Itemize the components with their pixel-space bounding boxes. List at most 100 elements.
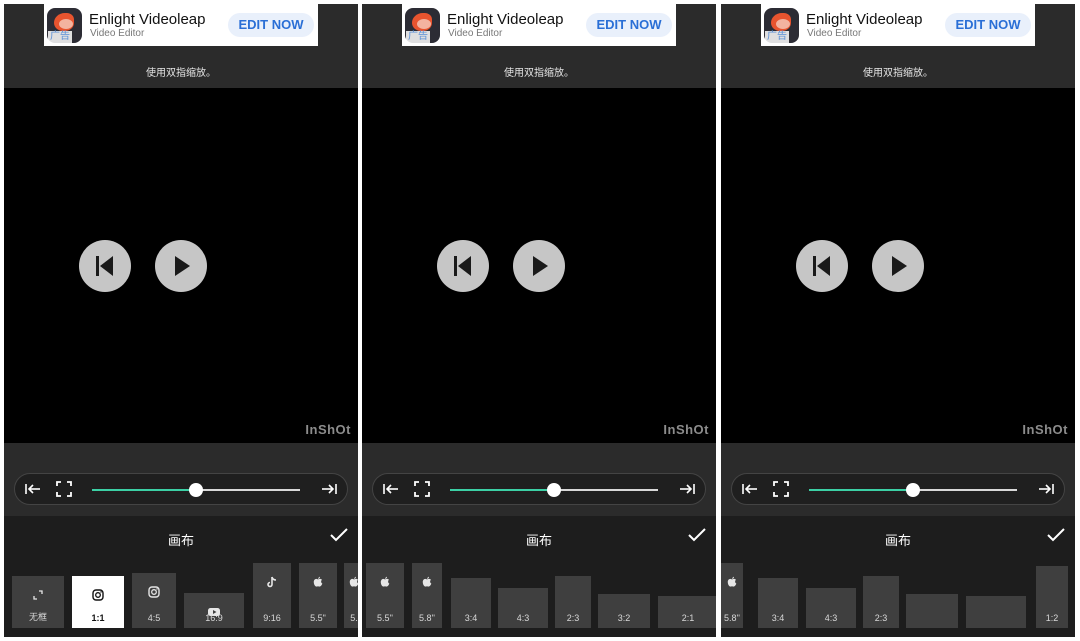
ratio-label: 2:3 — [874, 613, 888, 623]
fullscreen-icon[interactable] — [55, 480, 73, 498]
play-button[interactable] — [155, 240, 207, 292]
ratio-label: 4:3 — [516, 613, 530, 623]
jump-start-icon[interactable] — [741, 480, 759, 498]
ratio-option[interactable]: 5.5'' — [366, 563, 404, 628]
ratio-option[interactable]: 3:2 — [598, 594, 650, 628]
ad-subtitle: Video Editor — [448, 28, 503, 39]
play-icon — [533, 256, 548, 276]
skip-back-icon — [813, 256, 830, 276]
ratio-label: 1:2 — [1045, 613, 1059, 623]
ratio-option[interactable]: 4:3 — [498, 588, 548, 628]
jump-end-icon[interactable] — [320, 480, 338, 498]
zoom-hint: 使用双指缩放。 — [146, 68, 216, 79]
editor-panel-1: 广告 Enlight Videoleap Video Editor EDIT N… — [4, 4, 358, 637]
ratio-option[interactable]: 无框 — [12, 576, 64, 628]
timeline-toolbar — [731, 473, 1065, 505]
watermark[interactable]: InShOt — [663, 422, 709, 437]
ad-title: Enlight Videoleap — [447, 11, 564, 28]
position-slider[interactable] — [92, 483, 300, 497]
slider-fill — [809, 489, 913, 491]
apple-icon — [348, 576, 358, 588]
play-button[interactable] — [872, 240, 924, 292]
ratio-option[interactable]: 5.5" — [299, 563, 337, 628]
slider-fill — [450, 489, 554, 491]
apple-icon — [379, 576, 391, 588]
slider-thumb[interactable] — [906, 483, 920, 497]
zoom-hint: 使用双指缩放。 — [504, 68, 574, 79]
no-frame-icon — [32, 589, 44, 601]
ad-subtitle: Video Editor — [807, 28, 862, 39]
ratio-label: 无框 — [28, 612, 47, 622]
ratio-option[interactable]: 2:3 — [555, 576, 591, 628]
ratio-label: 1:1 — [91, 613, 105, 623]
ad-tag: 广告 — [765, 31, 789, 43]
edit-now-button[interactable]: EDIT NOW — [228, 13, 314, 37]
tiktok-icon — [266, 576, 278, 588]
ratio-option[interactable]: 5. — [344, 563, 358, 628]
ratio-option[interactable] — [906, 594, 958, 628]
edit-now-button[interactable]: EDIT NOW — [945, 13, 1031, 37]
position-slider[interactable] — [450, 483, 658, 497]
ratio-option[interactable]: 1:2 — [1036, 566, 1068, 628]
play-button[interactable] — [513, 240, 565, 292]
video-preview[interactable]: InShOt — [721, 88, 1075, 443]
position-slider[interactable] — [809, 483, 1017, 497]
play-icon — [892, 256, 907, 276]
video-preview[interactable]: InShOt — [4, 88, 358, 443]
play-icon — [175, 256, 190, 276]
skip-back-button[interactable] — [79, 240, 131, 292]
skip-back-button[interactable] — [796, 240, 848, 292]
ratio-label: 3:4 — [771, 613, 785, 623]
ratio-option[interactable]: 4:3 — [806, 588, 856, 628]
watermark[interactable]: InShOt — [305, 422, 351, 437]
slider-thumb[interactable] — [189, 483, 203, 497]
ratio-option[interactable]: 3:4 — [758, 578, 798, 628]
slider-fill — [92, 489, 196, 491]
ad-title: Enlight Videoleap — [806, 11, 923, 28]
ratio-label: 5.8'' — [724, 613, 740, 623]
ratio-option[interactable] — [966, 596, 1026, 628]
ratio-label: 3:2 — [617, 613, 631, 623]
slider-thumb[interactable] — [547, 483, 561, 497]
ratio-option[interactable]: 3:4 — [451, 578, 491, 628]
jump-end-icon[interactable] — [678, 480, 696, 498]
jump-end-icon[interactable] — [1037, 480, 1055, 498]
ratio-option[interactable]: 5.8'' — [721, 563, 743, 628]
timeline-toolbar — [372, 473, 706, 505]
apple-icon — [421, 576, 433, 588]
ratio-option[interactable]: 5.8'' — [412, 563, 442, 628]
jump-start-icon[interactable] — [24, 480, 42, 498]
canvas-panel: 画布 5.8'' 3:4 4:3 2:3 1:2 — [721, 516, 1075, 637]
watermark[interactable]: InShOt — [1022, 422, 1068, 437]
ratio-label: 5. — [350, 613, 358, 623]
ratio-label: 5.8'' — [419, 613, 435, 623]
video-preview[interactable]: InShOt — [362, 88, 716, 443]
fullscreen-icon[interactable] — [413, 480, 431, 498]
ad-banner[interactable]: 广告 Enlight Videoleap Video Editor EDIT N… — [402, 4, 676, 46]
ratio-label: 2:1 — [681, 613, 695, 623]
ratio-label: 4:3 — [824, 613, 838, 623]
ad-title: Enlight Videoleap — [89, 11, 206, 28]
fullscreen-icon[interactable] — [772, 480, 790, 498]
skip-back-icon — [96, 256, 113, 276]
check-icon[interactable] — [1047, 528, 1065, 542]
ratio-option[interactable]: 1:1 — [72, 576, 124, 628]
ratio-label: 5.5'' — [377, 613, 393, 623]
ratio-option[interactable]: 2:3 — [863, 576, 899, 628]
ad-banner[interactable]: 广告 Enlight Videoleap Video Editor EDIT N… — [761, 4, 1035, 46]
ratio-option[interactable]: 16:9 — [184, 593, 244, 628]
edit-now-button[interactable]: EDIT NOW — [586, 13, 672, 37]
ad-banner[interactable]: 广告 Enlight Videoleap Video Editor EDIT N… — [44, 4, 318, 46]
instagram-icon — [92, 589, 104, 601]
ratio-option[interactable]: 2:1 — [658, 596, 716, 628]
editor-panel-3: 广告 Enlight Videoleap Video Editor EDIT N… — [721, 4, 1075, 637]
skip-back-button[interactable] — [437, 240, 489, 292]
ratio-label: 4:5 — [147, 613, 161, 623]
ratio-option[interactable]: 4:5 — [132, 573, 176, 628]
check-icon[interactable] — [688, 528, 706, 542]
ratio-label: 5.5" — [310, 613, 326, 623]
ratio-option[interactable]: 9:16 — [253, 563, 291, 628]
canvas-panel: 画布 5.5'' 5.8'' 3:4 4:3 2:3 3:2 2:1 — [362, 516, 716, 637]
jump-start-icon[interactable] — [382, 480, 400, 498]
check-icon[interactable] — [330, 528, 348, 542]
